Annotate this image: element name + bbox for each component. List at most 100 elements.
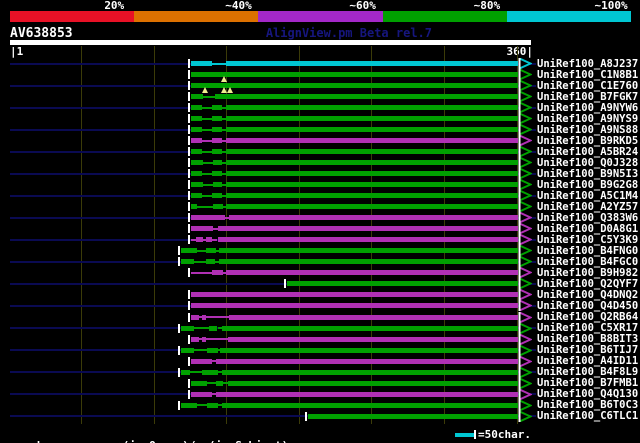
hit-label[interactable]: UniRef100_A9NS88 <box>537 124 638 136</box>
hit-arrowhead-icon[interactable] <box>518 289 532 301</box>
hsp-segment[interactable] <box>216 380 224 386</box>
hsp-segment[interactable] <box>191 149 202 155</box>
hsp-segment[interactable] <box>191 358 212 364</box>
hsp-segment[interactable] <box>211 193 222 199</box>
hsp-gap-line[interactable] <box>203 183 214 186</box>
hsp-segment[interactable] <box>211 270 224 276</box>
hsp-segment[interactable] <box>226 193 518 199</box>
hsp-segment[interactable] <box>211 138 222 144</box>
hsp-segment[interactable] <box>191 226 214 232</box>
hsp-segment[interactable] <box>287 281 518 287</box>
hsp-segment[interactable] <box>211 127 222 133</box>
hsp-segment[interactable] <box>216 391 518 397</box>
hsp-segment[interactable] <box>214 94 518 100</box>
hsp-segment[interactable] <box>226 116 518 122</box>
hsp-segment[interactable] <box>213 160 222 166</box>
hsp-segment[interactable] <box>227 380 518 386</box>
hsp-segment[interactable] <box>191 391 212 397</box>
hsp-gap-line[interactable] <box>201 194 212 197</box>
hsp-gap-line[interactable] <box>201 139 212 142</box>
hit-arrowhead-icon[interactable] <box>518 322 532 334</box>
hsp-gap-line[interactable] <box>211 62 227 65</box>
hit-arrowhead-icon[interactable] <box>518 201 532 213</box>
hsp-gap-line[interactable] <box>194 349 208 351</box>
hsp-segment[interactable] <box>191 193 202 199</box>
hsp-segment[interactable] <box>226 127 518 133</box>
hsp-segment[interactable] <box>191 160 203 166</box>
hsp-segment[interactable] <box>181 369 190 375</box>
hsp-segment[interactable] <box>226 61 518 66</box>
hsp-gap-line[interactable] <box>205 338 228 340</box>
hsp-gap-line[interactable] <box>203 161 214 164</box>
hsp-gap-line[interactable] <box>205 316 230 318</box>
hsp-segment[interactable] <box>207 402 218 408</box>
hsp-segment[interactable] <box>181 402 198 408</box>
hsp-segment[interactable] <box>205 259 215 265</box>
hit-arrowhead-icon[interactable] <box>518 124 532 136</box>
hsp-gap-line[interactable] <box>197 205 214 208</box>
hsp-gap-line[interactable] <box>190 371 202 374</box>
hsp-segment[interactable] <box>191 303 518 309</box>
hit-arrowhead-icon[interactable] <box>518 157 532 169</box>
hsp-segment[interactable] <box>191 336 199 342</box>
hsp-segment[interactable] <box>191 105 202 111</box>
hsp-gap-line[interactable] <box>197 249 206 252</box>
hsp-segment[interactable] <box>201 369 218 375</box>
hsp-segment[interactable] <box>191 182 203 188</box>
hit-arrowhead-icon[interactable] <box>518 146 532 158</box>
hsp-segment[interactable] <box>219 248 518 254</box>
hsp-segment[interactable] <box>216 358 518 364</box>
hsp-segment[interactable] <box>226 105 518 111</box>
hsp-segment[interactable] <box>205 248 217 254</box>
hsp-segment[interactable] <box>191 215 225 221</box>
hsp-segment[interactable] <box>226 149 518 155</box>
hsp-segment[interactable] <box>181 325 195 331</box>
hit-arrowhead-icon[interactable] <box>518 58 532 69</box>
hsp-segment[interactable] <box>217 226 518 232</box>
hsp-segment[interactable] <box>208 325 218 331</box>
hsp-segment[interactable] <box>211 149 222 155</box>
hsp-gap-line[interactable] <box>201 106 212 109</box>
hit-arrowhead-icon[interactable] <box>518 245 532 257</box>
hsp-segment[interactable] <box>191 127 202 133</box>
hit-arrowhead-icon[interactable] <box>518 69 532 80</box>
hsp-segment[interactable] <box>220 347 518 353</box>
hsp-segment[interactable] <box>217 237 518 243</box>
hsp-segment[interactable] <box>181 259 195 265</box>
hsp-segment[interactable] <box>226 171 518 177</box>
hsp-segment[interactable] <box>191 61 212 66</box>
hit-arrowhead-icon[interactable] <box>518 267 532 279</box>
hit-arrowhead-icon[interactable] <box>518 355 532 367</box>
hsp-segment[interactable] <box>229 215 518 221</box>
hit-arrowhead-icon[interactable] <box>518 135 532 147</box>
hsp-gap-line[interactable] <box>194 260 206 263</box>
hit-arrowhead-icon[interactable] <box>518 333 532 345</box>
hsp-gap-line[interactable] <box>201 150 212 153</box>
hsp-segment[interactable] <box>191 380 208 386</box>
hsp-segment[interactable] <box>213 204 224 210</box>
hsp-segment[interactable] <box>211 116 222 122</box>
hit-arrowhead-icon[interactable] <box>518 311 532 323</box>
hsp-segment[interactable] <box>211 105 222 111</box>
hsp-segment[interactable] <box>307 413 518 419</box>
hit-arrowhead-icon[interactable] <box>518 377 532 389</box>
hit-arrowhead-icon[interactable] <box>518 223 532 235</box>
hit-arrowhead-icon[interactable] <box>518 300 532 312</box>
hsp-gap-line[interactable] <box>194 327 209 329</box>
hit-label[interactable]: UniRef100_C6TLC1 <box>537 411 638 422</box>
hsp-gap-line[interactable] <box>203 95 215 98</box>
hsp-segment[interactable] <box>207 347 218 353</box>
hsp-segment[interactable] <box>191 171 202 177</box>
hsp-segment[interactable] <box>181 347 195 353</box>
hit-arrowhead-icon[interactable] <box>518 399 532 411</box>
hsp-gap-line[interactable] <box>201 172 212 175</box>
hit-arrowhead-icon[interactable] <box>518 113 532 125</box>
hsp-segment[interactable] <box>221 325 518 331</box>
hsp-gap-line[interactable] <box>201 117 212 120</box>
hsp-segment[interactable] <box>226 160 518 166</box>
hsp-segment[interactable] <box>191 292 518 298</box>
hit-arrowhead-icon[interactable] <box>518 91 532 103</box>
hit-label[interactable]: UniRef100_A8J237 <box>537 58 638 70</box>
hit-label[interactable]: UniRef100_A9NYS9 <box>537 113 638 125</box>
hit-label[interactable]: UniRef100_B9RKD5 <box>537 135 638 147</box>
